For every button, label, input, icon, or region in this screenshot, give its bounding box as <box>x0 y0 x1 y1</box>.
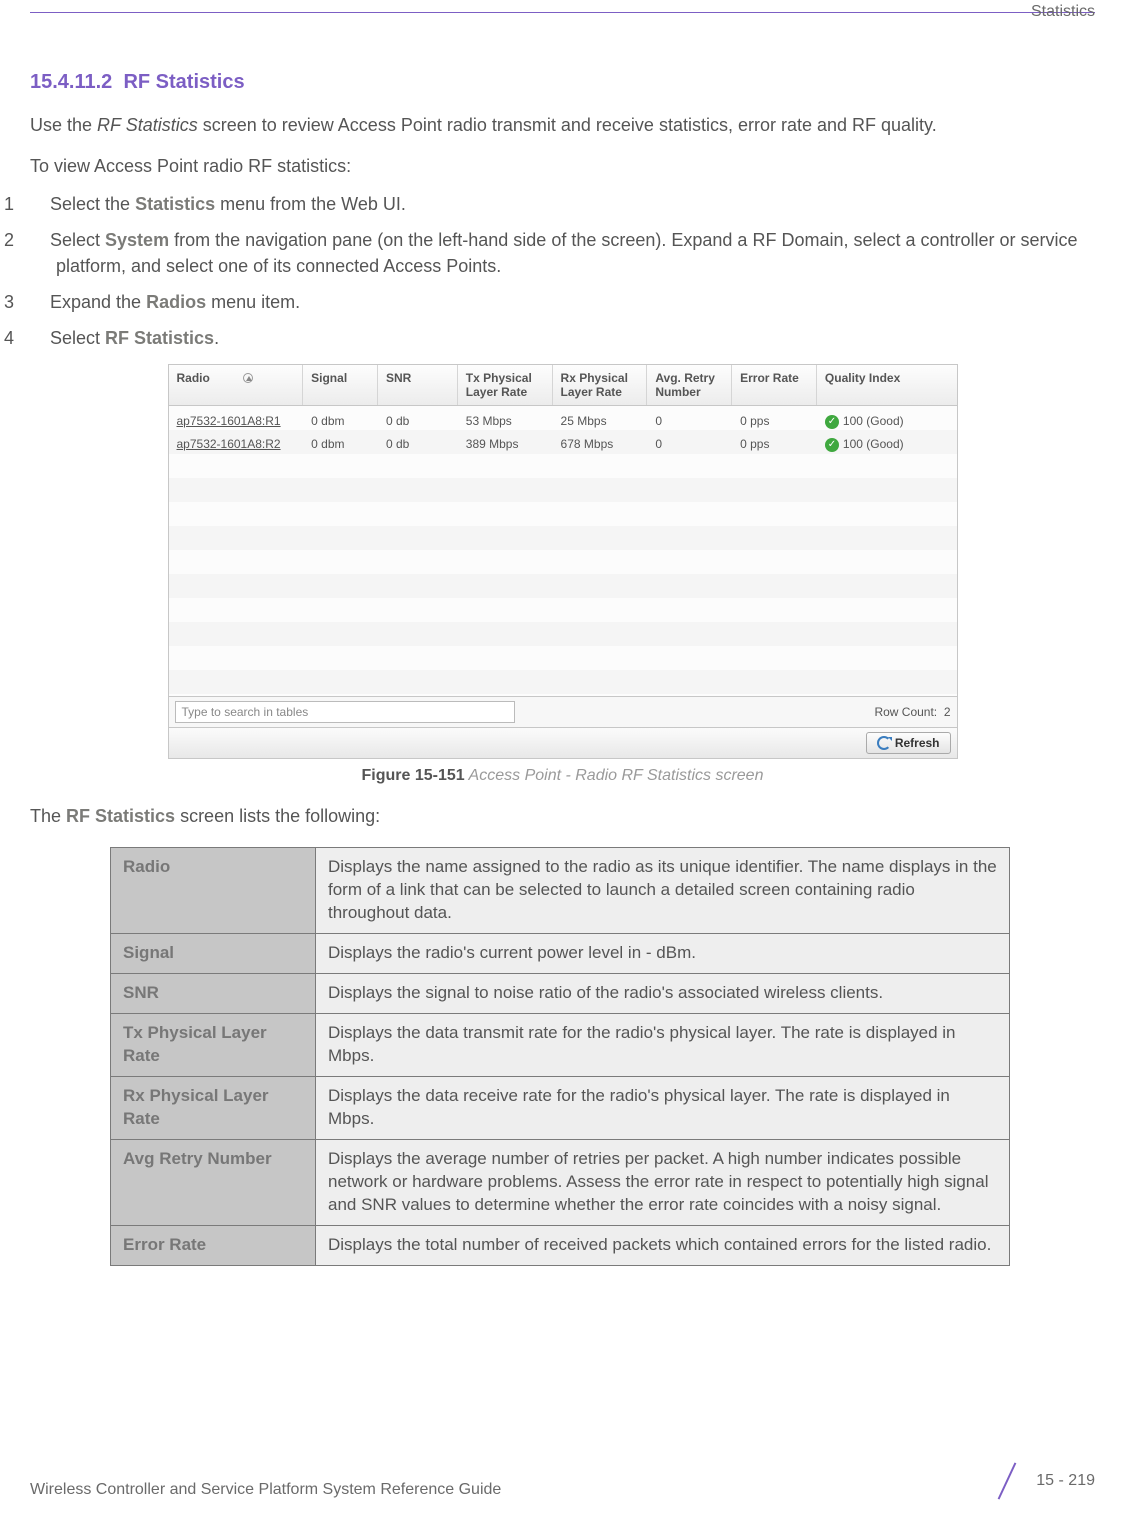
action-bar: Refresh <box>169 727 957 758</box>
col-header-avg-retry[interactable]: Avg. Retry Number <box>647 365 732 406</box>
description-table: RadioDisplays the name assigned to the r… <box>110 847 1010 1265</box>
desc-row: Tx Physical Layer RateDisplays the data … <box>111 1014 1010 1077</box>
step-1: 1Select the Statistics menu from the Web… <box>30 191 1095 217</box>
desc-value: Displays the average number of retries p… <box>316 1139 1010 1225</box>
desc-label: Radio <box>111 848 316 934</box>
cell-retry: 0 <box>647 433 732 456</box>
row-count: Row Count: 2 <box>874 705 950 719</box>
cell-quality: ✓100 (Good) <box>817 410 957 433</box>
guide-title: Wireless Controller and Service Platform… <box>30 1481 501 1499</box>
page-number: 15 - 219 <box>1036 1472 1095 1490</box>
cell-signal: 0 dbm <box>303 433 378 456</box>
cell-retry: 0 <box>647 410 732 433</box>
radio-link[interactable]: ap7532-1601A8:R2 <box>177 437 281 451</box>
desc-label: Rx Physical Layer Rate <box>111 1077 316 1140</box>
col-header-radio[interactable]: Radio <box>169 365 304 406</box>
cell-error: 0 pps <box>732 410 817 433</box>
table-body: ap7532-1601A8:R1 0 dbm 0 db 53 Mbps 25 M… <box>169 406 957 696</box>
refresh-icon <box>877 736 891 750</box>
radio-link[interactable]: ap7532-1601A8:R1 <box>177 414 281 428</box>
cell-snr: 0 db <box>378 433 458 456</box>
check-icon: ✓ <box>825 415 839 429</box>
refresh-button[interactable]: Refresh <box>866 732 951 754</box>
cell-rx: 678 Mbps <box>553 433 648 456</box>
cell-tx: 389 Mbps <box>458 433 553 456</box>
slash-icon <box>990 1463 1026 1499</box>
section-title: RF Statistics <box>123 71 244 93</box>
check-icon: ✓ <box>825 438 839 452</box>
desc-value: Displays the radio's current power level… <box>316 934 1010 974</box>
col-header-snr[interactable]: SNR <box>378 365 458 406</box>
desc-row: Error RateDisplays the total number of r… <box>111 1225 1010 1265</box>
desc-row: SNRDisplays the signal to noise ratio of… <box>111 974 1010 1014</box>
step-2: 2Select System from the navigation pane … <box>30 227 1095 279</box>
col-header-rx-rate[interactable]: Rx Physical Layer Rate <box>553 365 648 406</box>
list-intro: The RF Statistics screen lists the follo… <box>30 803 1095 829</box>
section-number: 15.4.11.2 <box>30 71 112 93</box>
desc-row: SignalDisplays the radio's current power… <box>111 934 1010 974</box>
sort-asc-icon[interactable] <box>243 373 253 383</box>
desc-row: Avg Retry NumberDisplays the average num… <box>111 1139 1010 1225</box>
cell-signal: 0 dbm <box>303 410 378 433</box>
section-heading: 15.4.11.2 RF Statistics <box>30 71 1095 94</box>
table-footer: Type to search in tables Row Count: 2 <box>169 696 957 727</box>
col-header-signal[interactable]: Signal <box>303 365 378 406</box>
sub-intro: To view Access Point radio RF statistics… <box>30 156 1095 177</box>
step-4: 4Select RF Statistics. <box>30 325 1095 351</box>
desc-value: Displays the total number of received pa… <box>316 1225 1010 1265</box>
desc-value: Displays the data transmit rate for the … <box>316 1014 1010 1077</box>
cell-snr: 0 db <box>378 410 458 433</box>
cell-quality: ✓100 (Good) <box>817 433 957 456</box>
step-3: 3Expand the Radios menu item. <box>30 289 1095 315</box>
col-header-error-rate[interactable]: Error Rate <box>732 365 817 406</box>
steps-list: 1Select the Statistics menu from the Web… <box>30 191 1095 351</box>
desc-value: Displays the signal to noise ratio of th… <box>316 974 1010 1014</box>
table-row: ap7532-1601A8:R2 0 dbm 0 db 389 Mbps 678… <box>169 433 957 456</box>
desc-label: Tx Physical Layer Rate <box>111 1014 316 1077</box>
desc-label: SNR <box>111 974 316 1014</box>
table-header-row: Radio Signal SNR Tx Physical Layer Rate … <box>169 365 957 407</box>
cell-tx: 53 Mbps <box>458 410 553 433</box>
desc-value: Displays the name assigned to the radio … <box>316 848 1010 934</box>
desc-label: Error Rate <box>111 1225 316 1265</box>
cell-rx: 25 Mbps <box>553 410 648 433</box>
col-header-tx-rate[interactable]: Tx Physical Layer Rate <box>458 365 553 406</box>
desc-row: RadioDisplays the name assigned to the r… <box>111 848 1010 934</box>
search-input[interactable]: Type to search in tables <box>175 701 515 723</box>
col-header-quality-index[interactable]: Quality Index <box>817 365 957 406</box>
intro-paragraph: Use the RF Statistics screen to review A… <box>30 112 1095 138</box>
desc-row: Rx Physical Layer RateDisplays the data … <box>111 1077 1010 1140</box>
table-row: ap7532-1601A8:R1 0 dbm 0 db 53 Mbps 25 M… <box>169 410 957 433</box>
desc-value: Displays the data receive rate for the r… <box>316 1077 1010 1140</box>
figure-caption: Figure 15-151 Access Point - Radio RF St… <box>30 767 1095 785</box>
desc-label: Avg Retry Number <box>111 1139 316 1225</box>
desc-label: Signal <box>111 934 316 974</box>
cell-error: 0 pps <box>732 433 817 456</box>
chapter-name: Statistics <box>0 3 1125 71</box>
page-footer: Wireless Controller and Service Platform… <box>30 1463 1095 1499</box>
screenshot-figure: Radio Signal SNR Tx Physical Layer Rate … <box>30 364 1095 786</box>
